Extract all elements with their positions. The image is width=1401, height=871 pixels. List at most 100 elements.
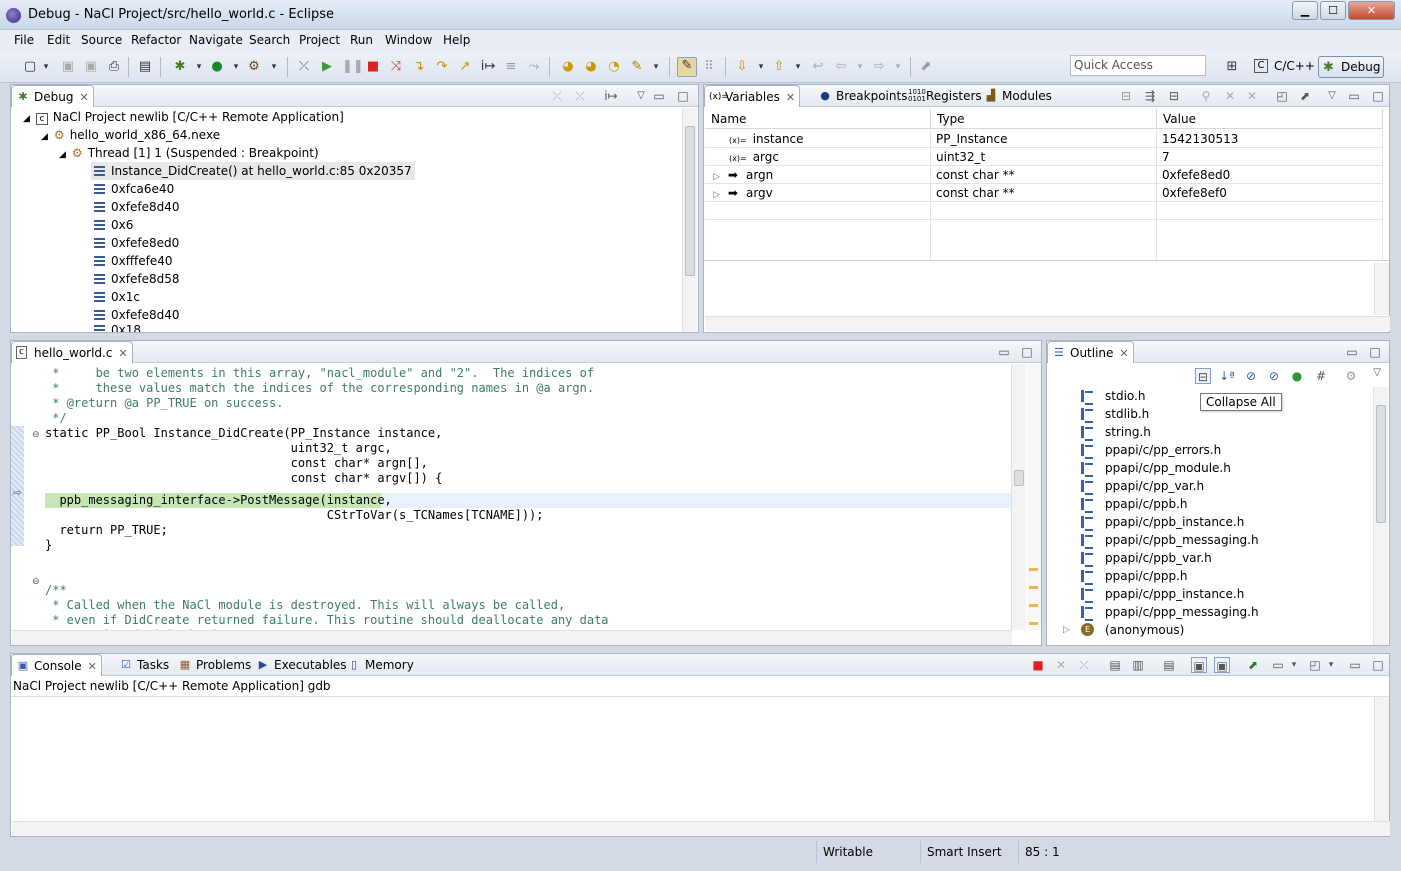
editor-hscrollbar[interactable] — [12, 630, 1012, 645]
perspective-debug-button[interactable]: ✱ Debug — [1318, 56, 1384, 78]
maximize-view-icon[interactable]: □ — [675, 88, 691, 104]
view-menu-icon[interactable]: ▽ — [633, 88, 649, 104]
outline-include-item[interactable]: ppapi/c/pp_module.h — [1081, 459, 1231, 477]
code-line[interactable]: * even if DidCreate returned failure. Th… — [45, 613, 608, 628]
previous-annotation-icon[interactable]: ⇧ — [771, 59, 787, 75]
code-line[interactable]: const char* argv[]) { — [45, 471, 443, 486]
build-icon[interactable]: ▤ — [137, 59, 153, 75]
code-line[interactable]: * be two elements in this array, "nacl_m… — [45, 366, 594, 381]
pin-view-icon[interactable]: ⬈ — [1297, 88, 1313, 104]
drop-to-frame-icon[interactable]: ≡ — [503, 59, 519, 75]
disconnect-icon[interactable]: ⤨ — [388, 59, 404, 75]
minimize-button[interactable]: ▁ — [1292, 1, 1318, 20]
remove-icon[interactable]: ✕ — [1222, 88, 1238, 104]
close-icon[interactable]: ✕ — [1119, 347, 1128, 360]
close-window-button[interactable]: ✕ — [1348, 1, 1395, 20]
code-line[interactable]: * these values match the indices of the … — [45, 381, 594, 396]
terminate-icon[interactable]: ■ — [365, 59, 381, 75]
code-line[interactable]: ppb_messaging_interface->PostMessage(ins… — [45, 493, 391, 508]
pin-editor-icon[interactable]: ⬈ — [918, 59, 934, 75]
expand-icon[interactable]: ▷ — [713, 172, 720, 182]
stack-frame-row[interactable]: 0xfefe8ed0 — [94, 234, 179, 252]
outline-include-item[interactable]: stdlib.h — [1081, 405, 1149, 423]
show-type-names-icon[interactable]: ⊟ — [1118, 88, 1134, 104]
code-line[interactable]: CStrToVar(s_TCNames[TCNAME])); — [45, 508, 544, 523]
column-header-type[interactable]: Type — [931, 109, 1157, 129]
maximize-button[interactable]: ☐ — [1320, 1, 1346, 20]
external-tools-icon[interactable]: ⚙ — [246, 59, 262, 75]
sort-icon[interactable]: ↓ª — [1219, 368, 1235, 384]
stack-frame-row[interactable]: 0xfefe8d58 — [94, 270, 179, 288]
prev-annotation-dropdown-icon[interactable]: ▾ — [790, 59, 806, 75]
variable-name-cell[interactable]: ▷ ➡ argv — [705, 184, 931, 202]
next-annotation-dropdown-icon[interactable]: ▾ — [753, 59, 769, 75]
maximize-view-icon[interactable]: □ — [1367, 344, 1383, 360]
stack-frame-row[interactable]: 0xfefe8d40 — [94, 306, 179, 324]
debug-dropdown-icon[interactable]: ▾ — [191, 59, 207, 75]
variable-name-cell[interactable]: ▷ ➡ argn — [705, 166, 931, 184]
view-menu-icon[interactable]: ▽ — [1324, 88, 1340, 104]
code-line[interactable]: /** — [45, 583, 67, 598]
code-line[interactable]: * @return @a PP_TRUE on success. — [45, 396, 283, 411]
column-header-name[interactable]: Name — [705, 109, 931, 129]
overview-ruler[interactable] — [1027, 364, 1041, 630]
tab-problems[interactable]: ▦ Problems — [174, 654, 255, 676]
stack-frame-row[interactable]: 0x1c — [94, 288, 140, 306]
scroll-lock-icon[interactable]: ▥ — [1130, 657, 1146, 673]
variable-name-cell[interactable]: (x)= argc — [705, 148, 931, 166]
step-return-icon[interactable]: ↗ — [457, 59, 473, 75]
show-console-on-stderr-icon[interactable]: ▣ — [1214, 657, 1230, 673]
search-dropdown-icon[interactable]: ▾ — [648, 59, 664, 75]
remove-launch-icon[interactable]: ✕ — [1053, 657, 1069, 673]
resume-icon[interactable]: ▶ — [319, 59, 335, 75]
step-into-icon[interactable]: ↴ — [411, 59, 427, 75]
menu-run[interactable]: Run — [350, 33, 373, 47]
last-edit-location-icon[interactable]: ↩ — [810, 59, 826, 75]
open-type-icon[interactable]: ◕ — [560, 59, 576, 75]
close-icon[interactable]: ✕ — [79, 91, 88, 104]
open-resource-icon[interactable]: ◔ — [606, 59, 622, 75]
collapse-icon[interactable]: ◢ — [23, 114, 30, 124]
outline-include-item[interactable]: ppapi/c/ppb_instance.h — [1081, 513, 1244, 531]
run-dropdown-icon[interactable]: ▾ — [228, 59, 244, 75]
tab-outline[interactable]: ☰ Outline ✕ — [1047, 341, 1134, 363]
maximize-view-icon[interactable]: □ — [1019, 344, 1035, 360]
console-dropdown-icon[interactable]: ▾ — [1286, 657, 1302, 673]
menu-source[interactable]: Source — [81, 33, 122, 47]
variable-value-cell[interactable]: 1542130513 — [1157, 130, 1383, 148]
back-dropdown-icon[interactable]: ▾ — [852, 59, 868, 75]
collapse-icon[interactable]: ◢ — [59, 150, 66, 160]
toggle-mark-occurrences-icon[interactable]: ✎ — [677, 57, 697, 77]
outline-scrollbar[interactable] — [1373, 387, 1388, 645]
print-icon[interactable]: ⎙ — [106, 59, 122, 75]
new-dropdown-icon[interactable]: ▾ — [38, 59, 54, 75]
code-line[interactable]: } — [45, 538, 52, 553]
scroll-thumb[interactable] — [1014, 470, 1024, 486]
minimize-view-icon[interactable]: ▭ — [1347, 657, 1363, 673]
menu-window[interactable]: Window — [385, 33, 432, 47]
hide-fields-icon[interactable]: ⊘ — [1243, 368, 1259, 384]
remove-all-icon[interactable]: ✕ — [1244, 88, 1260, 104]
display-selected-console-icon[interactable]: ▭ — [1270, 657, 1286, 673]
expand-icon[interactable]: ▷ — [713, 190, 720, 200]
stack-frame-row[interactable]: 0x6 — [94, 216, 133, 234]
hide-non-public-icon[interactable]: ● — [1289, 368, 1305, 384]
tab-variables[interactable]: (x)= Variables ✕ — [704, 85, 801, 107]
minimize-view-icon[interactable]: ▭ — [1344, 344, 1360, 360]
close-icon[interactable]: ✕ — [118, 347, 127, 360]
code-line[interactable]: * Called when the NaCl module is destroy… — [45, 598, 565, 613]
outline-namespace-item[interactable]: E (anonymous) — [1081, 621, 1184, 639]
outline-include-item[interactable]: stdio.h — [1081, 387, 1145, 405]
suspend-icon[interactable]: ❚❚ — [342, 59, 364, 75]
next-annotation-icon[interactable]: ⇩ — [734, 59, 750, 75]
stack-frame-row[interactable]: 0xfca6e40 — [94, 180, 174, 198]
save-all-icon[interactable]: ▣ — [83, 59, 99, 75]
toggle-block-selection-icon[interactable]: ⠿ — [701, 59, 717, 75]
detail-pane-divider[interactable] — [704, 260, 1389, 261]
open-perspective-icon[interactable]: ⊞ — [1224, 59, 1240, 75]
stack-frame-row[interactable]: 0x18 — [94, 324, 141, 332]
new-icon[interactable]: ▢ — [22, 59, 38, 75]
menu-refactor[interactable]: Refactor — [131, 33, 181, 47]
tab-memory[interactable]: ▯ Memory — [343, 654, 418, 676]
code-line[interactable]: const char* argn[], — [45, 456, 428, 471]
